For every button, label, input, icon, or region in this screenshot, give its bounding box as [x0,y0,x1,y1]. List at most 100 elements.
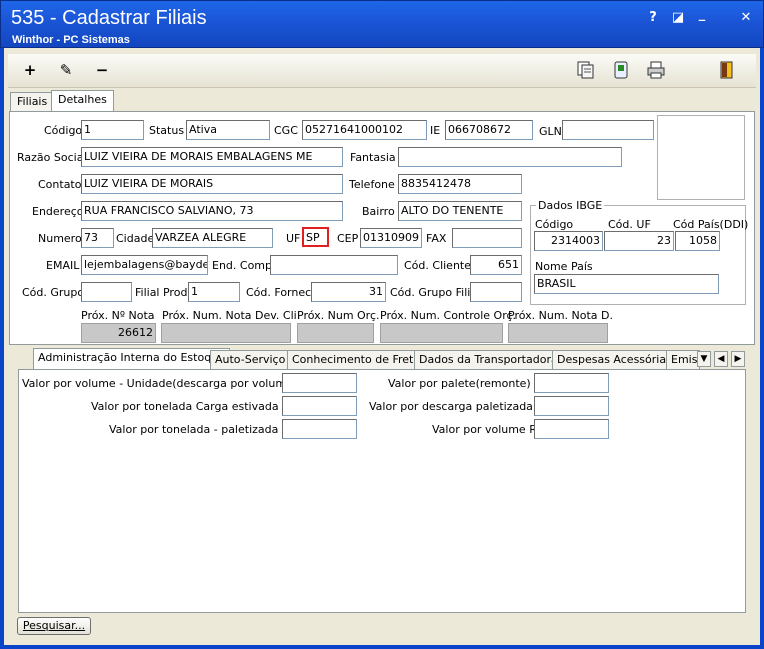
tab-detalhes[interactable]: Detalhes [51,90,114,112]
codfornec-label: Cód. Fornec. [246,286,315,299]
codgrupofilial-label: Cód. Grupo Filial [390,286,481,299]
telefone-field[interactable]: 8835412478 [398,174,522,194]
close-button[interactable]: ✕ [737,10,755,26]
bairro-field[interactable]: ALTO DO TENENTE [398,201,522,221]
contato-field[interactable]: LUIZ VIEIRA DE MORAIS [81,174,343,194]
fax-label: FAX [426,232,447,245]
desc-palet-field[interactable] [534,396,609,416]
proxnota-label: Próx. Nº Nota [81,309,155,322]
palete-label: Valor por palete(remonte) R$: [388,377,553,390]
codgrupo-label: Cód. Grupo [22,286,85,299]
ibge-coduf-field[interactable]: 23 [604,231,674,251]
document-icon[interactable] [612,61,630,79]
cep-field[interactable]: 01310909 [360,228,422,248]
ton-palet-field[interactable] [282,419,357,439]
print-icon[interactable] [647,61,665,79]
help-button[interactable]: ? [644,10,662,26]
tab-scroll-left-icon[interactable]: ◀ [714,351,728,367]
add-button[interactable]: + [19,59,41,81]
tab-emiss[interactable]: Emiss [666,350,700,369]
window-subtitle: Winthor - PC Sistemas [12,34,130,46]
filialprod-label: Filial Prod. [135,286,191,299]
proxctrl-label: Próx. Num. Controle Orç. [380,309,517,322]
proxctrl-field [380,323,503,343]
vol-unid-field[interactable] [282,373,357,393]
codfornec-field[interactable]: 31 [311,282,386,302]
photo-frame [657,115,745,200]
codigo-label: Código [44,124,83,137]
ton-palet-label: Valor por tonelada - paletizada R$: [109,423,301,436]
numero-field[interactable]: 73 [81,228,114,248]
ie-label: IE [430,124,441,137]
cgc-label: CGC [274,124,298,137]
cep-label: CEP [337,232,359,245]
endcomp-field[interactable] [270,255,398,275]
codcliente-field[interactable]: 651 [470,255,522,275]
ibge-nomepais-field[interactable]: BRASIL [534,274,719,294]
proxorc-label: Próx. Num Orç. [297,309,380,322]
volume-label: Valor por volume R$: [432,423,548,436]
proxnota-field: 26612 [81,323,156,343]
ton-estiv-field[interactable] [282,396,357,416]
tab-auto-servico[interactable]: Auto-Serviço [210,350,291,369]
email-label: EMAIL [46,259,80,272]
minimize-button[interactable]: _ [693,7,711,23]
tab-conhecimento-frete[interactable]: Conhecimento de Frete [287,350,426,369]
title-bar: 535 - Cadastrar Filiais Winthor - PC Sis… [0,0,764,48]
uf-label: UF [286,232,301,245]
gln-label: GLN [539,125,562,138]
status-label: Status [149,124,185,137]
ie-field[interactable]: 066708672 [445,120,533,140]
volume-field[interactable] [534,419,609,439]
window-title: 535 - Cadastrar Filiais [11,7,207,29]
gln-field[interactable] [562,120,654,140]
restore-icon[interactable]: ◪ [669,10,687,26]
proxnotadev-label: Próx. Num. Nota Dev. Cli. [162,309,301,322]
codcliente-label: Cód. Cliente [404,259,471,272]
contato-label: Contato [38,178,82,191]
bairro-label: Bairro [362,205,395,218]
ibge-nomepais-label: Nome País [535,260,593,273]
copy-icon[interactable] [577,61,595,79]
ibge-codpais-field[interactable]: 1058 [675,231,720,251]
edit-button[interactable]: ✎ [55,59,77,81]
remove-button[interactable]: − [91,59,113,81]
codigo-field[interactable]: 1 [81,120,144,140]
tab-despesas-acessorias[interactable]: Despesas Acessórias [552,350,677,369]
cgc-field[interactable]: 05271641000102 [302,120,427,140]
razao-label: Razão Social [17,151,87,164]
fax-field[interactable] [452,228,522,248]
proxnotadev-field [161,323,291,343]
fantasia-field[interactable] [398,147,622,167]
status-field[interactable]: Ativa [186,120,270,140]
tab-administracao-estoque[interactable]: Administração Interna do Estoque [33,348,230,370]
tab-dropdown-icon[interactable]: ▼ [697,351,711,367]
email-field[interactable]: lejembalagens@baydenet [81,255,208,275]
vol-unid-label: Valor por volume - Unidade(descarga por … [22,377,316,390]
ton-estiv-label: Valor por tonelada Carga estivada R$: [91,400,301,413]
tab-dados-transportadora[interactable]: Dados da Transportadora [414,350,563,369]
codgrupo-field[interactable] [81,282,132,302]
endereco-label: Endereço [32,205,84,218]
ibge-title: Dados IBGE [536,199,605,212]
ibge-codpais-label: Cód País(DDI) [673,218,749,231]
palete-field[interactable] [534,373,609,393]
uf-field[interactable]: SP [302,227,329,247]
telefone-label: Telefone [349,178,395,191]
pesquisar-button[interactable]: Pesquisar... [17,617,91,635]
desc-palet-label: Valor por descarga paletizada R$: [369,400,555,413]
fantasia-label: Fantasia [350,151,396,164]
razao-field[interactable]: LUIZ VIEIRA DE MORAIS EMBALAGENS ME [81,147,343,167]
exit-door-icon[interactable] [718,61,736,79]
cidade-label: Cidade [116,232,155,245]
cidade-field[interactable]: VARZEA ALEGRE [152,228,273,248]
numero-label: Numero [38,232,82,245]
tab-scroll-right-icon[interactable]: ▶ [731,351,745,367]
toolbar [8,54,756,88]
endcomp-label: End. Comp. [212,259,276,272]
codgrupofilial-field[interactable] [470,282,522,302]
tab-filiais[interactable]: Filiais [10,92,55,111]
filialprod-field[interactable]: 1 [188,282,240,302]
ibge-codigo-field[interactable]: 2314003 [534,231,603,251]
endereco-field[interactable]: RUA FRANCISCO SALVIANO, 73 [81,201,343,221]
